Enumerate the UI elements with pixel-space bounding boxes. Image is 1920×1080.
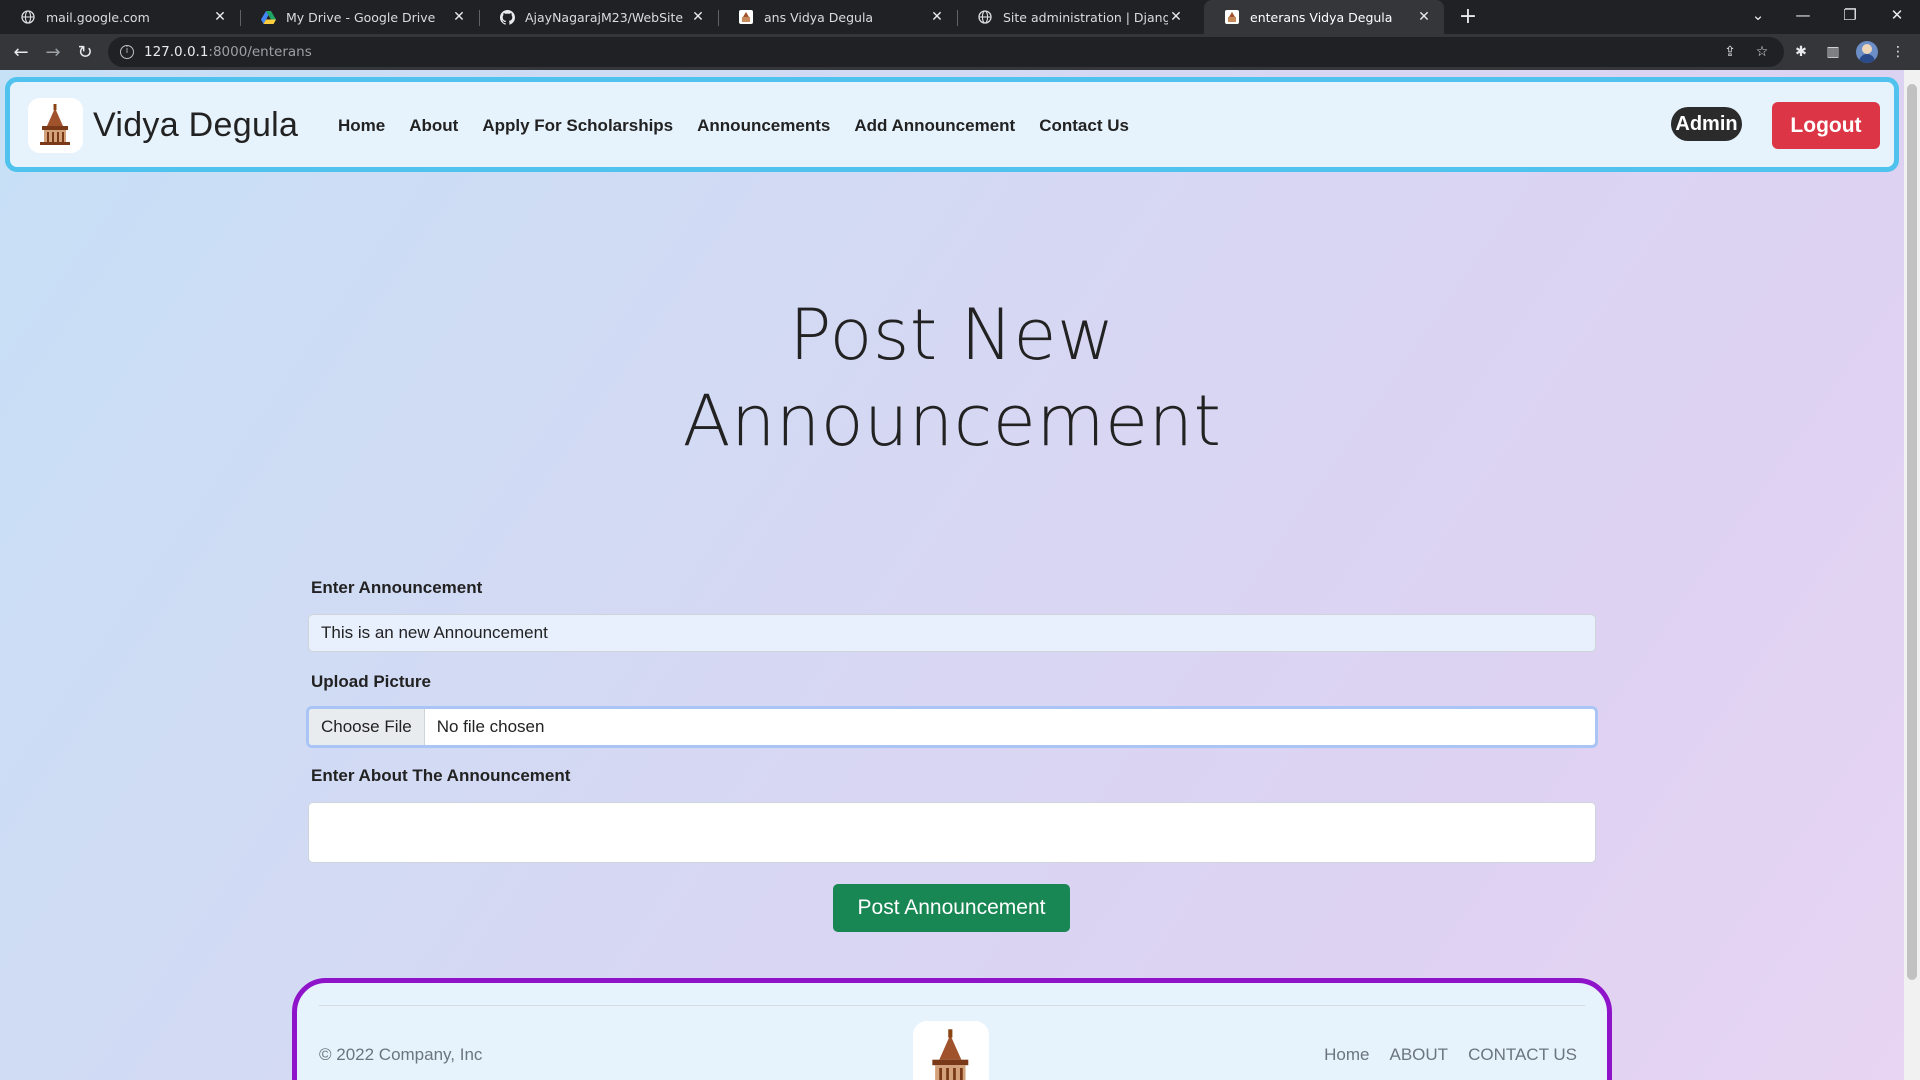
about-label: Enter About The Announcement [311, 766, 571, 785]
browser-tab[interactable]: AjayNagarajM23/WebSite ✕ [479, 0, 718, 34]
site-favicon [738, 9, 754, 25]
profile-avatar[interactable] [1856, 41, 1878, 63]
browser-tab-strip: mail.google.com ✕ My Drive - Google Driv… [0, 0, 1920, 34]
page-viewport: Vidya Degula Home About Apply For Schola… [0, 70, 1904, 1080]
page-title-line-2: Announcement [682, 380, 1222, 462]
restore-icon[interactable]: ❐ [1828, 0, 1872, 30]
tab-title: Site administration | Django site admin [1003, 9, 1168, 25]
browser-tab-active[interactable]: enterans Vidya Degula ✕ [1204, 0, 1444, 34]
browser-tab[interactable]: My Drive - Google Drive ✕ [240, 0, 479, 34]
page-title-line-1: Post New [789, 294, 1115, 376]
site-info-icon[interactable]: i [120, 45, 134, 59]
admin-badge[interactable]: Admin [1671, 107, 1742, 141]
choose-file-button[interactable]: Choose File [309, 709, 425, 745]
footer-divider [319, 1005, 1585, 1006]
url-host: 127.0.0.1 [144, 44, 209, 60]
tab-title: mail.google.com [46, 9, 150, 25]
browser-toolbar: ← → ↻ i 127.0.0.1:8000/enterans [0, 34, 1920, 70]
tab-title: ans Vidya Degula [764, 9, 874, 25]
close-window-icon[interactable]: ✕ [1875, 0, 1919, 30]
tab-title: My Drive - Google Drive [286, 9, 436, 25]
page-scrollbar[interactable] [1904, 70, 1920, 1080]
site-navbar: Vidya Degula Home About Apply For Schola… [5, 77, 1899, 172]
footer-copyright: © 2022 Company, Inc [319, 1045, 483, 1064]
brand-logo [28, 98, 83, 153]
footer-nav: Home ABOUT CONTACT US [1304, 1045, 1577, 1065]
browser-tab[interactable]: Site administration | Django site admin … [957, 0, 1196, 34]
close-tab-icon[interactable]: ✕ [1168, 9, 1184, 25]
globe-icon [977, 9, 993, 25]
page-title: Post New Announcement [452, 292, 1452, 464]
reload-icon[interactable]: ↻ [72, 40, 98, 66]
browser-tab[interactable]: mail.google.com ✕ [0, 0, 240, 34]
footer-link-home[interactable]: Home [1324, 1045, 1369, 1065]
tab-title: AjayNagarajM23/WebSite [525, 9, 684, 25]
post-announcement-button[interactable]: Post Announcement [833, 884, 1070, 932]
file-status-text: No file chosen [436, 717, 545, 736]
close-tab-icon[interactable]: ✕ [929, 9, 945, 25]
site-favicon [1224, 9, 1240, 25]
side-panel-icon[interactable]: ▥ [1823, 42, 1843, 62]
scrollbar-thumb[interactable] [1907, 84, 1917, 980]
github-icon [499, 9, 515, 25]
tab-title: enterans Vidya Degula [1250, 9, 1393, 25]
nav-link-home[interactable]: Home [338, 116, 385, 136]
announcement-input[interactable]: This is an new Announcement [308, 614, 1596, 652]
browser-menu-icon[interactable]: ⋮ [1888, 42, 1908, 62]
footer-link-contact-us[interactable]: CONTACT US [1468, 1045, 1577, 1065]
footer-logo[interactable] [913, 1021, 989, 1080]
close-tab-icon[interactable]: ✕ [212, 9, 228, 25]
close-tab-icon[interactable]: ✕ [1416, 9, 1432, 25]
announcement-label: Enter Announcement [311, 578, 483, 597]
main-nav: Home About Apply For Scholarships Announ… [338, 116, 1153, 136]
address-bar[interactable]: i 127.0.0.1:8000/enterans [108, 37, 1784, 67]
minimize-icon[interactable]: — [1781, 0, 1825, 30]
extensions-icon[interactable]: ✱ [1791, 42, 1811, 62]
footer-link-about[interactable]: ABOUT [1390, 1045, 1449, 1065]
globe-icon [20, 9, 36, 25]
browser-tab[interactable]: ans Vidya Degula ✕ [718, 0, 957, 34]
url-path: :8000/enterans [208, 44, 312, 60]
close-tab-icon[interactable]: ✕ [690, 9, 706, 25]
tab-search-icon[interactable]: ⌄ [1736, 0, 1780, 30]
google-drive-icon [260, 9, 276, 25]
picture-label: Upload Picture [311, 672, 431, 691]
nav-link-apply-scholarships[interactable]: Apply For Scholarships [482, 116, 673, 136]
brand[interactable]: Vidya Degula [28, 98, 298, 153]
logout-button[interactable]: Logout [1772, 102, 1880, 149]
share-icon[interactable]: ⇪ [1720, 42, 1740, 62]
about-textarea[interactable] [308, 802, 1596, 863]
picture-file-input[interactable]: Choose File No file chosen [306, 706, 1598, 748]
back-icon[interactable]: ← [8, 40, 34, 66]
nav-link-about[interactable]: About [409, 116, 458, 136]
brand-name: Vidya Degula [93, 106, 299, 144]
nav-link-announcements[interactable]: Announcements [697, 116, 830, 136]
nav-link-contact-us[interactable]: Contact Us [1039, 116, 1129, 136]
nav-link-add-announcement[interactable]: Add Announcement [854, 116, 1015, 136]
site-footer: © 2022 Company, Inc Home ABOUT CONTACT U… [292, 978, 1612, 1080]
bookmark-star-icon[interactable]: ☆ [1752, 42, 1772, 62]
forward-icon[interactable]: → [40, 40, 66, 66]
close-tab-icon[interactable]: ✕ [451, 9, 467, 25]
new-tab-icon[interactable]: + [1455, 4, 1481, 30]
